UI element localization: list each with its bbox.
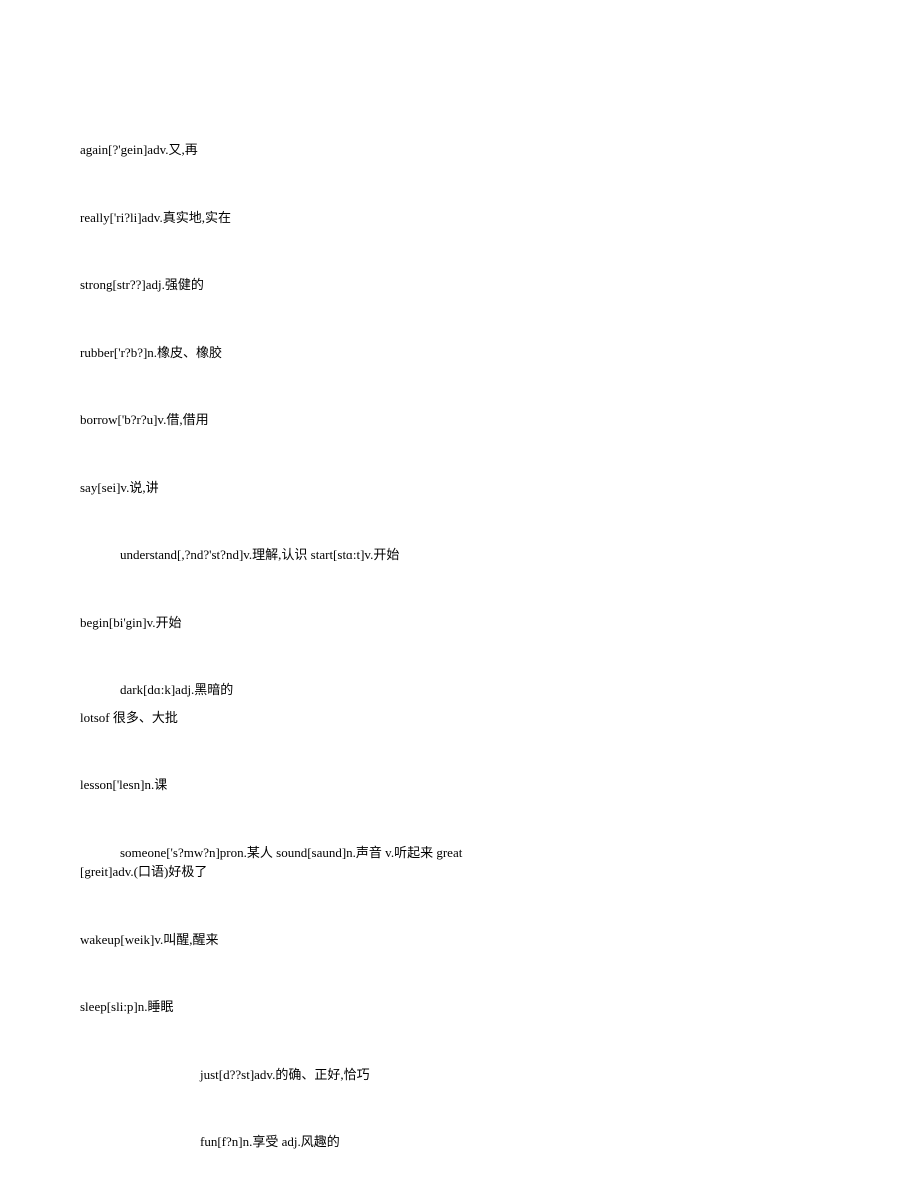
vocab-entry: say[sei]v.说,讲	[80, 478, 840, 498]
vocab-entry: just[d??st]adv.的确、正好,恰巧	[80, 1065, 840, 1085]
vocab-entry: wakeup[weik]v.叫醒,醒来	[80, 930, 840, 950]
vocab-entry: borrow['b?r?u]v.借,借用	[80, 410, 840, 430]
vocab-entry: lesson['lesn]n.课	[80, 775, 840, 795]
vocab-entry: [greit]adv.(口语)好极了	[80, 862, 840, 882]
vocab-entry: someone['s?mw?n]pron.某人 sound[saund]n.声音…	[80, 843, 840, 863]
vocab-entry: rubber['r?b?]n.橡皮、橡胶	[80, 343, 840, 363]
vocab-entry: understand[,?nd?'st?nd]v.理解,认识 start[stɑ…	[80, 545, 840, 565]
vocab-entry: sleep[sli:p]n.睡眠	[80, 997, 840, 1017]
vocab-entry: really['ri?li]adv.真实地,实在	[80, 208, 840, 228]
vocab-entry: dark[dɑ:k]adj.黑暗的	[80, 680, 840, 700]
vocab-entry: strong[str??]adj.强健的	[80, 275, 840, 295]
vocabulary-list: again[?'gein]adv.又,再 really['ri?li]adv.真…	[80, 140, 840, 1152]
vocab-entry: begin[bi'gin]v.开始	[80, 613, 840, 633]
vocab-entry: lotsof 很多、大批	[80, 708, 840, 728]
vocab-entry: again[?'gein]adv.又,再	[80, 140, 840, 160]
vocab-entry: fun[f?n]n.享受 adj.风趣的	[80, 1132, 840, 1152]
